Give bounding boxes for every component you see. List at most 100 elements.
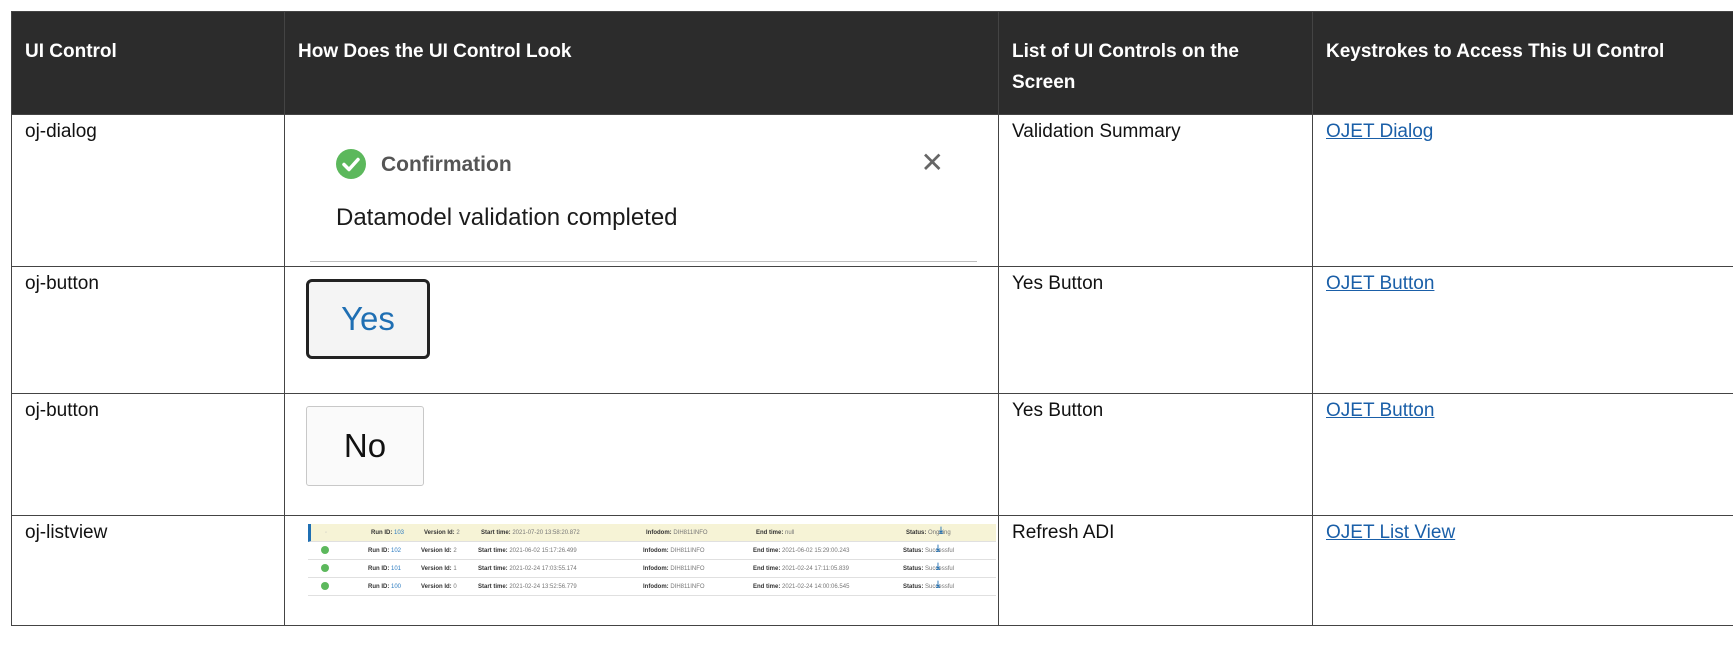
infodom-label: Infodom:	[643, 584, 669, 590]
end-time-value: 2021-02-24 14:00:06.545	[782, 584, 850, 590]
control-name: oj-dialog	[11, 114, 285, 267]
run-id-value: 102	[391, 548, 402, 554]
check-circle-icon	[336, 149, 366, 179]
start-time-field: Start time: 2021-07-20 13:58:20.872	[481, 529, 580, 537]
check-circle-icon	[321, 546, 329, 554]
no-button-preview[interactable]: No	[306, 406, 424, 486]
download-icon[interactable]: ⤓	[939, 526, 943, 535]
start-time-value: 2021-07-20 13:58:20.872	[512, 530, 580, 536]
header-controls-list: List of UI Controls on the Screen	[998, 11, 1313, 115]
keystroke-cell: OJET Dialog	[1312, 114, 1733, 267]
infodom-field: Infodom: DIH811INFO	[643, 547, 705, 555]
check-circle-icon	[321, 564, 329, 572]
download-icon[interactable]: ⤓	[936, 580, 940, 589]
control-name: oj-listview	[11, 515, 285, 626]
infodom-label: Infodom:	[643, 548, 669, 554]
keystroke-cell: OJET Button	[1312, 266, 1733, 394]
keystroke-cell: OJET Button	[1312, 393, 1733, 516]
version-id-field: Version Id: 2	[421, 547, 457, 555]
infodom-label: Infodom:	[646, 530, 672, 536]
controls-list-text: Yes Button	[998, 393, 1313, 516]
no-button-preview-cell: No	[284, 393, 999, 516]
header-keystrokes: Keystrokes to Access This UI Control	[1312, 11, 1733, 115]
dialog-preview-cell: Confirmation ✕ Datamodel validation comp…	[284, 114, 999, 267]
yes-button-preview[interactable]: Yes	[306, 279, 430, 359]
controls-list-text: Yes Button	[998, 266, 1313, 394]
end-time-field: End time: 2021-06-02 15:29:00.243	[753, 547, 849, 555]
version-id-value: 0	[453, 584, 457, 590]
keystroke-cell: OJET List View	[1312, 515, 1733, 626]
controls-list-text: Validation Summary	[998, 114, 1313, 267]
header-ui-control: UI Control	[11, 11, 285, 115]
infodom-label: Infodom:	[643, 566, 669, 572]
version-id-field: Version Id: 2	[424, 529, 460, 537]
ojet-dialog-link[interactable]: OJET Dialog	[1326, 121, 1433, 142]
dialog-message: Datamodel validation completed	[336, 204, 678, 231]
end-time-value: 2021-06-02 15:29:00.243	[782, 548, 850, 554]
run-id-field: Run ID: 101	[368, 565, 401, 573]
start-time-field: Start time: 2021-02-24 13:52:56.779	[478, 583, 577, 591]
start-time-field: Start time: 2021-02-24 17:03:55.174	[478, 565, 577, 573]
dialog-preview: Confirmation ✕ Datamodel validation comp…	[310, 119, 977, 262]
run-id-field: Run ID: 103	[371, 529, 404, 537]
start-time-label: Start time:	[478, 566, 508, 572]
table-row: oj-listview ◦ Run ID: 103 Version Id: 2 Sta…	[11, 515, 1733, 626]
status-label: Status:	[903, 584, 924, 590]
status-label: Status:	[903, 566, 924, 572]
control-name: oj-button	[11, 266, 285, 394]
table-row: oj-dialog Confirmation ✕ Datamodel valid…	[11, 114, 1733, 267]
run-id-label: Run ID:	[368, 548, 390, 554]
list-item[interactable]: ◦ Run ID: 103 Version Id: 2 Start time: 202…	[308, 524, 996, 542]
end-time-label: End time:	[753, 548, 781, 554]
run-id-label: Run ID:	[371, 530, 393, 536]
infodom-field: Infodom: DIH811INFO	[646, 529, 708, 537]
controls-list-text: Refresh ADI	[998, 515, 1313, 626]
end-time-field: End time: 2021-02-24 14:00:06.545	[753, 583, 849, 591]
start-time-label: Start time:	[481, 530, 511, 536]
end-time-field: End time: 2021-02-24 17:11:05.839	[753, 565, 849, 573]
list-item[interactable]: Run ID: 102 Version Id: 2 Start time: 2021…	[308, 542, 996, 560]
ojet-button-link[interactable]: OJET Button	[1326, 400, 1434, 421]
listview-preview: ◦ Run ID: 103 Version Id: 2 Start time: 202…	[308, 524, 996, 596]
end-time-label: End time:	[753, 584, 781, 590]
version-id-label: Version Id:	[421, 548, 452, 554]
version-id-field: Version Id: 0	[421, 583, 457, 591]
infodom-value: DIH811INFO	[670, 584, 705, 590]
version-id-label: Version Id:	[421, 566, 452, 572]
download-icon[interactable]: ⤓	[936, 562, 940, 571]
start-time-value: 2021-02-24 13:52:56.779	[509, 584, 577, 590]
end-time-label: End time:	[753, 566, 781, 572]
run-id-value: 101	[391, 566, 402, 572]
status-label: Status:	[906, 530, 927, 536]
start-time-value: 2021-06-02 15:17:26.499	[509, 548, 577, 554]
start-time-label: Start time:	[478, 584, 508, 590]
run-id-label: Run ID:	[368, 566, 390, 572]
control-name: oj-button	[11, 393, 285, 516]
run-id-field: Run ID: 102	[368, 547, 401, 555]
table-header-row: UI Control How Does the UI Control Look …	[11, 11, 1733, 115]
run-id-value: 100	[391, 584, 402, 590]
run-id-value: 103	[394, 530, 405, 536]
infodom-value: DIH811INFO	[670, 566, 705, 572]
end-time-value: null	[785, 530, 795, 536]
yes-button-preview-cell: Yes	[284, 266, 999, 394]
status-field: Status: Successful	[903, 547, 954, 555]
start-time-value: 2021-02-24 17:03:55.174	[509, 566, 577, 572]
pending-icon: ◦	[325, 530, 328, 536]
version-id-label: Version Id:	[421, 584, 452, 590]
list-item[interactable]: Run ID: 100 Version Id: 0 Start time: 2021…	[308, 578, 996, 596]
ojet-listview-link[interactable]: OJET List View	[1326, 522, 1455, 543]
run-id-label: Run ID:	[368, 584, 390, 590]
run-id-field: Run ID: 100	[368, 583, 401, 591]
close-icon[interactable]: ✕	[921, 149, 944, 177]
download-icon[interactable]: ⤓	[936, 544, 940, 553]
status-field: Status: Successful	[903, 565, 954, 573]
version-id-field: Version Id: 1	[421, 565, 457, 573]
ojet-button-link[interactable]: OJET Button	[1326, 273, 1434, 294]
table-row: oj-button Yes Yes Button OJET Button	[11, 266, 1733, 394]
list-item[interactable]: Run ID: 101 Version Id: 1 Start time: 2021…	[308, 560, 996, 578]
end-time-field: End time: null	[756, 529, 794, 537]
end-time-label: End time:	[756, 530, 784, 536]
table-row: oj-button No Yes Button OJET Button	[11, 393, 1733, 516]
version-id-value: 2	[456, 530, 460, 536]
